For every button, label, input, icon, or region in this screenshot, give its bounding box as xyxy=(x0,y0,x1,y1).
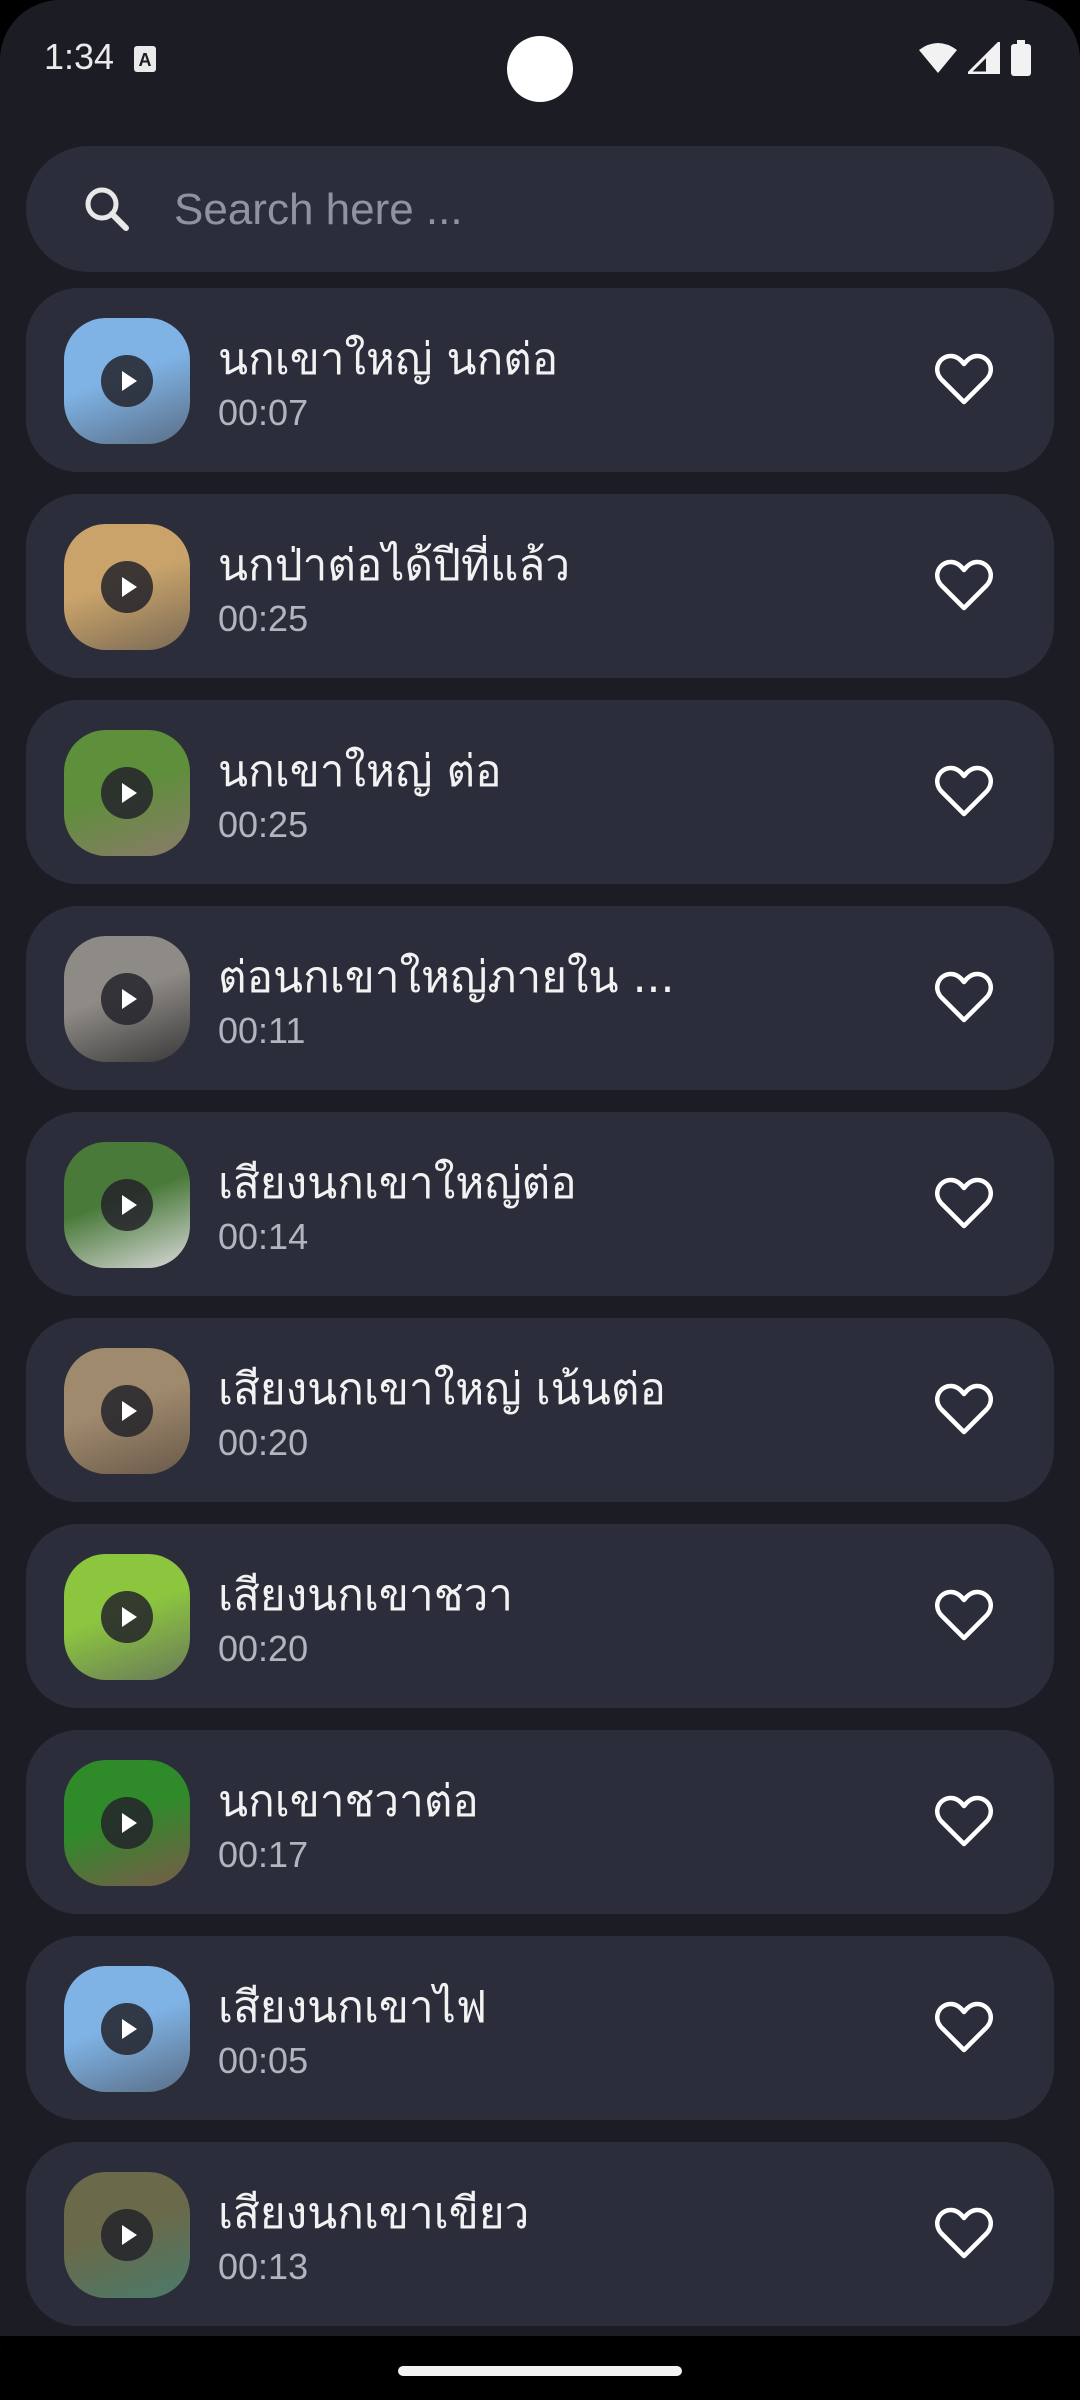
item-title: ต่อนกเขาใหญ่ภายใน ... xyxy=(218,952,675,1003)
play-icon[interactable] xyxy=(101,767,153,819)
thumbnail[interactable] xyxy=(64,2172,190,2298)
item-title: เสียงนกเขาเขียว xyxy=(218,2188,530,2239)
recording-list: นกเขาใหญ่ นกต่อ 00:07 นกป่าต่อได้ปีที่แล… xyxy=(26,288,1054,2348)
thumbnail[interactable] xyxy=(64,1142,190,1268)
heart-icon[interactable] xyxy=(934,556,994,616)
item-duration: 00:07 xyxy=(218,392,309,433)
item-title: นกเขาใหญ่ นกต่อ xyxy=(218,334,559,385)
list-item[interactable]: เสียงนกเขาชวา 00:20 xyxy=(26,1524,1054,1708)
screen: 1:34 A นกเขาใหญ่ นกต่อ 00: xyxy=(0,0,1080,2400)
play-icon[interactable] xyxy=(101,1591,153,1643)
play-icon[interactable] xyxy=(101,355,153,407)
heart-icon[interactable] xyxy=(934,1174,994,1234)
thumbnail[interactable] xyxy=(64,1966,190,2092)
list-item[interactable]: เสียงนกเขาใหญ่ต่อ 00:14 xyxy=(26,1112,1054,1296)
play-icon[interactable] xyxy=(101,2209,153,2261)
item-duration: 00:20 xyxy=(218,1628,309,1669)
play-icon[interactable] xyxy=(101,1797,153,1849)
heart-icon[interactable] xyxy=(934,2204,994,2264)
list-item[interactable]: นกเขาชวาต่อ 00:17 xyxy=(26,1730,1054,1914)
item-duration: 00:20 xyxy=(218,1422,309,1463)
thumbnail[interactable] xyxy=(64,318,190,444)
a-badge-icon: A xyxy=(134,46,156,72)
item-duration: 00:14 xyxy=(218,1216,309,1257)
status-time: 1:34 xyxy=(44,36,115,77)
wifi-icon xyxy=(919,43,957,73)
play-icon[interactable] xyxy=(101,973,153,1025)
play-icon[interactable] xyxy=(101,561,153,613)
thumbnail[interactable] xyxy=(64,730,190,856)
heart-icon[interactable] xyxy=(934,1998,994,2058)
search-bar[interactable] xyxy=(26,146,1054,272)
heart-icon[interactable] xyxy=(934,350,994,410)
item-duration: 00:25 xyxy=(218,804,309,845)
play-icon[interactable] xyxy=(101,2003,153,2055)
thumbnail[interactable] xyxy=(64,1348,190,1474)
heart-icon[interactable] xyxy=(934,968,994,1028)
heart-icon[interactable] xyxy=(934,1792,994,1852)
battery-icon xyxy=(1011,40,1031,76)
item-title: เสียงนกเขาใหญ่ต่อ xyxy=(218,1158,577,1209)
play-icon[interactable] xyxy=(101,1385,153,1437)
item-duration: 00:11 xyxy=(218,1010,306,1051)
status-icons xyxy=(918,40,1032,76)
item-title: เสียงนกเขาไฟ xyxy=(218,1982,487,2033)
heart-icon[interactable] xyxy=(934,1380,994,1440)
item-title: นกเขาชวาต่อ xyxy=(218,1776,479,1827)
search-icon xyxy=(85,187,129,231)
item-duration: 00:25 xyxy=(218,598,309,639)
camera-cutout xyxy=(507,36,573,102)
list-item[interactable]: นกป่าต่อได้ปีที่แล้ว 00:25 xyxy=(26,494,1054,678)
list-item[interactable]: เสียงนกเขาเขียว 00:13 xyxy=(26,2142,1054,2326)
signal-icon xyxy=(968,42,1000,74)
list-item[interactable]: ต่อนกเขาใหญ่ภายใน ... 00:11 xyxy=(26,906,1054,1090)
thumbnail[interactable] xyxy=(64,936,190,1062)
list-item[interactable]: นกเขาใหญ่ นกต่อ 00:07 xyxy=(26,288,1054,472)
status-bar: 1:34 A xyxy=(0,0,1080,120)
item-title: นกเขาใหญ่ ต่อ xyxy=(218,746,502,797)
item-duration: 00:05 xyxy=(218,2040,309,2081)
item-duration: 00:13 xyxy=(218,2246,309,2287)
item-title: เสียงนกเขาใหญ่ เน้นต่อ xyxy=(218,1364,666,1415)
list-item[interactable]: เสียงนกเขาใหญ่ เน้นต่อ 00:20 xyxy=(26,1318,1054,1502)
thumbnail[interactable] xyxy=(64,1760,190,1886)
list-item[interactable]: นกเขาใหญ่ ต่อ 00:25 xyxy=(26,700,1054,884)
item-title: เสียงนกเขาชวา xyxy=(218,1570,513,1621)
search-input[interactable] xyxy=(172,174,996,246)
item-title: นกป่าต่อได้ปีที่แล้ว xyxy=(218,540,571,591)
heart-icon[interactable] xyxy=(934,762,994,822)
thumbnail[interactable] xyxy=(64,524,190,650)
heart-icon[interactable] xyxy=(934,1586,994,1646)
item-duration: 00:17 xyxy=(218,1834,309,1875)
list-item[interactable]: เสียงนกเขาไฟ 00:05 xyxy=(26,1936,1054,2120)
home-indicator[interactable] xyxy=(398,2366,682,2376)
thumbnail[interactable] xyxy=(64,1554,190,1680)
play-icon[interactable] xyxy=(101,1179,153,1231)
